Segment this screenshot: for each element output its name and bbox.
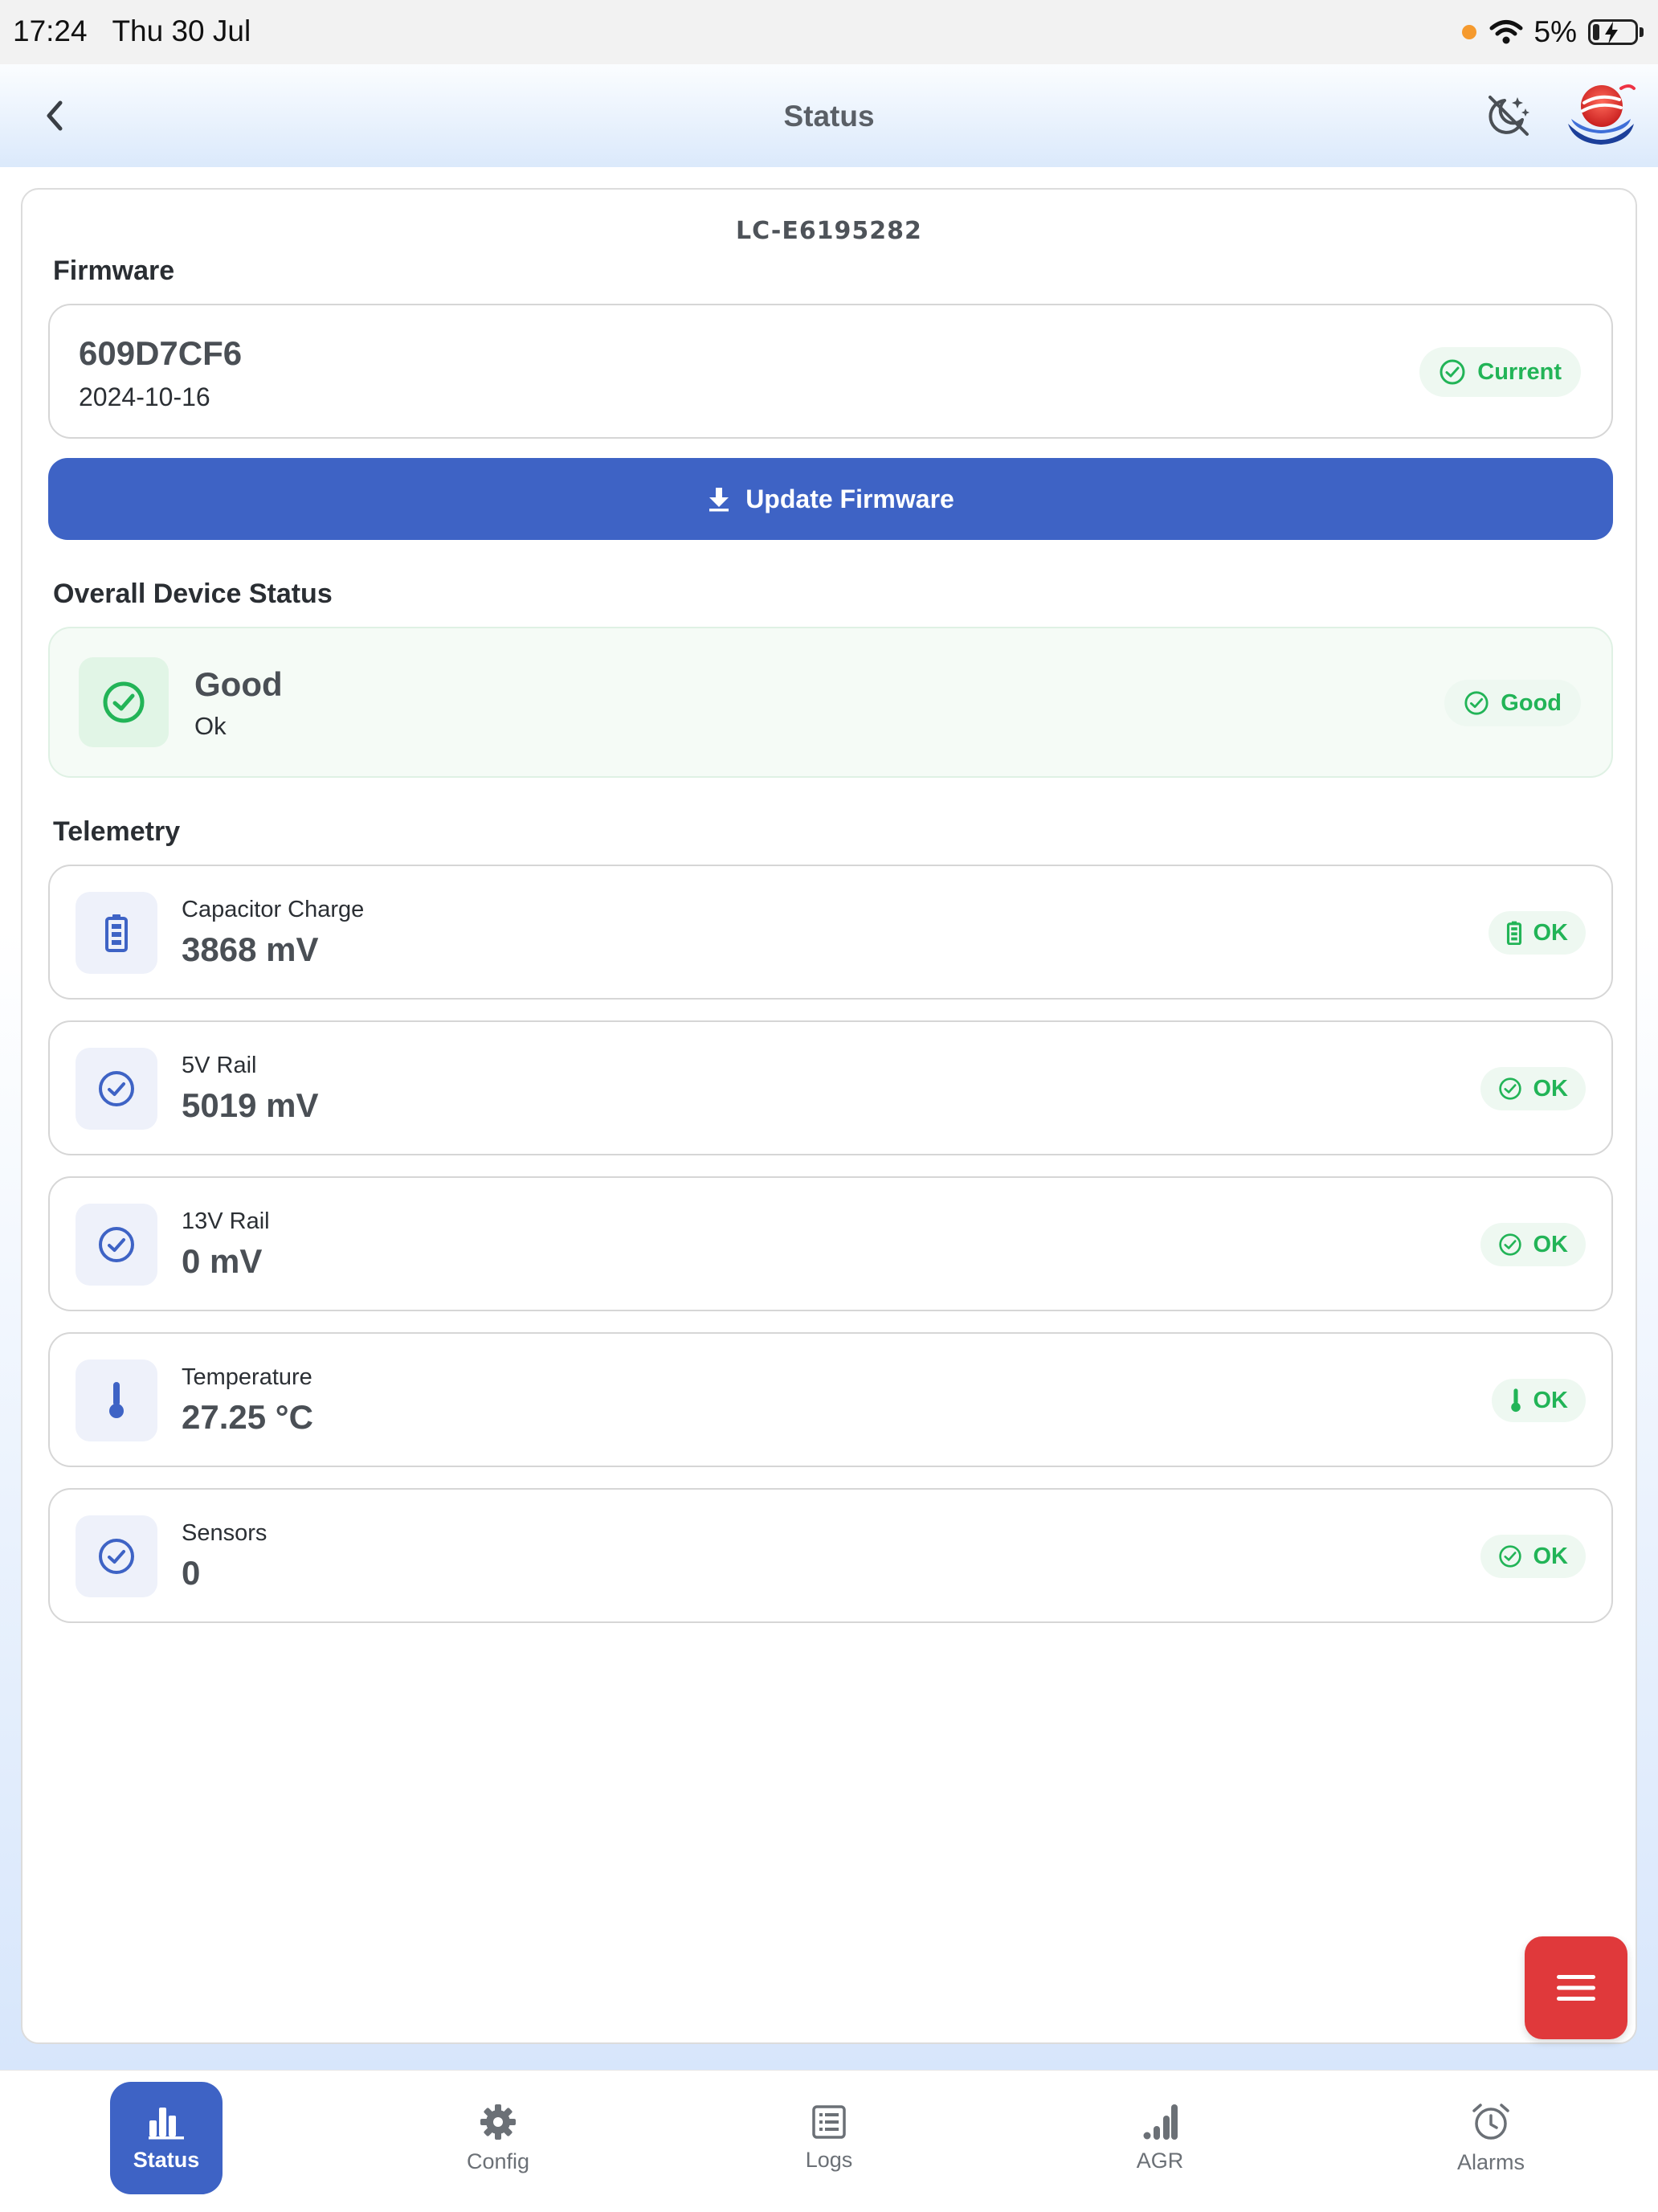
telemetry-label: Capacitor Charge (182, 897, 365, 922)
app-header: Status (0, 64, 1658, 167)
firmware-section-label: Firmware (53, 256, 175, 286)
telemetry-row-sensors: Sensors 0 OK (48, 1488, 1613, 1623)
telemetry-icon-tile (76, 1515, 157, 1597)
check-circle-icon (1498, 1077, 1521, 1100)
telemetry-icon-tile (76, 1048, 157, 1130)
update-firmware-label: Update Firmware (745, 484, 954, 513)
tab-status[interactable]: Status (110, 2082, 223, 2194)
check-circle-icon (1498, 1233, 1521, 1256)
overall-status-box: Good Ok Good (48, 627, 1613, 778)
overall-status-subtitle: Ok (194, 712, 227, 740)
thermometer-icon (1510, 1388, 1521, 1413)
battery-charging-icon (1588, 19, 1638, 45)
status-card: LC-E6195282 Firmware 609D7CF6 2024-10-16… (21, 188, 1637, 2044)
signal-bars-icon (1143, 2104, 1178, 2140)
battery-percent: 5% (1533, 15, 1577, 48)
theme-toggle-button[interactable] (1483, 90, 1534, 141)
telemetry-value: 0 (182, 1554, 201, 1592)
telemetry-status-badge: OK (1491, 1379, 1586, 1422)
check-circle-icon (103, 681, 145, 723)
mic-indicator-dot (1461, 25, 1476, 39)
tab-logs[interactable]: Logs (773, 2082, 885, 2194)
telemetry-row-temperature: Temperature 27.25 °C OK (48, 1332, 1613, 1467)
theme-off-icon (1489, 96, 1529, 136)
tab-label: AGR (1136, 2148, 1184, 2173)
telemetry-status-label: OK (1533, 1231, 1569, 1257)
status-indicators: 5% (1461, 11, 1644, 53)
download-icon (709, 488, 729, 512)
telemetry-status-badge: OK (1480, 1535, 1586, 1578)
hamburger-menu-icon (1557, 1975, 1595, 2001)
telemetry-label: Temperature (182, 1364, 312, 1390)
overall-badge-label: Good (1501, 689, 1562, 716)
check-circle-icon (99, 1539, 134, 1574)
brand-logo (1565, 82, 1637, 148)
overall-status-icon-tile (79, 657, 169, 747)
firmware-status-badge: Current (1419, 347, 1581, 397)
telemetry-icon-tile (76, 892, 157, 974)
telemetry-section-label: Telemetry (53, 816, 181, 847)
telemetry-row-capacitor-charge: Capacitor Charge 3868 mV OK (48, 865, 1613, 1000)
list-icon (812, 2104, 846, 2139)
telemetry-value: 0 mV (182, 1242, 263, 1280)
update-firmware-button[interactable]: Update Firmware (48, 458, 1613, 540)
telemetry-status-label: OK (1533, 919, 1569, 946)
tab-label: Config (466, 2149, 530, 2173)
telemetry-icon-tile (76, 1204, 157, 1286)
battery-icon (1506, 921, 1521, 945)
system-status-bar: 17:24 Thu 30 Jul 5% (0, 0, 1658, 64)
telemetry-row-5v-rail: 5V Rail 5019 mV OK (48, 1020, 1613, 1155)
firmware-info-box: 609D7CF6 2024-10-16 Current (48, 304, 1613, 439)
overall-status-section-label: Overall Device Status (53, 579, 333, 609)
overall-status-title: Good (194, 665, 283, 703)
telemetry-value: 5019 mV (182, 1086, 319, 1124)
telemetry-status-label: OK (1533, 1387, 1569, 1413)
tab-config[interactable]: Config (442, 2082, 554, 2194)
telemetry-status-badge: OK (1488, 911, 1586, 955)
telemetry-value: 27.25 °C (182, 1398, 313, 1436)
telemetry-status-label: OK (1533, 1543, 1569, 1569)
tab-label: Status (133, 2147, 200, 2172)
telemetry-icon-tile (76, 1360, 157, 1441)
bar-chart-icon (149, 2107, 184, 2139)
tab-label: Alarms (1456, 2149, 1525, 2174)
telemetry-label: 13V Rail (182, 1208, 270, 1234)
wifi-icon (1489, 20, 1523, 44)
telemetry-status-badge: OK (1480, 1223, 1586, 1266)
firmware-badge-label: Current (1477, 358, 1562, 385)
battery-icon (105, 914, 128, 952)
status-time-date: 17:24 Thu 30 Jul (13, 14, 251, 47)
bottom-tab-bar: Status Config Logs AGR Alarms (0, 2070, 1658, 2212)
telemetry-label: 5V Rail (182, 1053, 257, 1078)
device-id: LC-E6195282 (736, 217, 922, 245)
page-title: Status (783, 100, 875, 133)
gear-icon (480, 2104, 516, 2140)
firmware-version: 609D7CF6 (79, 334, 243, 372)
firmware-date: 2024-10-16 (79, 382, 210, 411)
telemetry-row-13v-rail: 13V Rail 0 mV OK (48, 1176, 1613, 1311)
tab-agr[interactable]: AGR (1104, 2082, 1216, 2194)
telemetry-status-badge: OK (1480, 1067, 1586, 1110)
check-circle-icon (1464, 691, 1489, 715)
check-circle-icon (99, 1227, 134, 1262)
check-circle-icon (1440, 359, 1465, 385)
alarm-clock-icon (1472, 2103, 1509, 2140)
thermometer-icon (109, 1382, 124, 1418)
overall-status-badge: Good (1444, 680, 1581, 726)
telemetry-status-label: OK (1533, 1075, 1569, 1102)
check-circle-icon (99, 1071, 134, 1106)
telemetry-value: 3868 mV (182, 930, 319, 968)
check-circle-icon (1498, 1545, 1521, 1568)
tab-label: Logs (805, 2147, 853, 2172)
tab-alarms[interactable]: Alarms (1435, 2082, 1547, 2194)
battery-cap (1640, 27, 1644, 37)
menu-fab-button[interactable] (1525, 1936, 1627, 2039)
telemetry-label: Sensors (182, 1520, 267, 1546)
